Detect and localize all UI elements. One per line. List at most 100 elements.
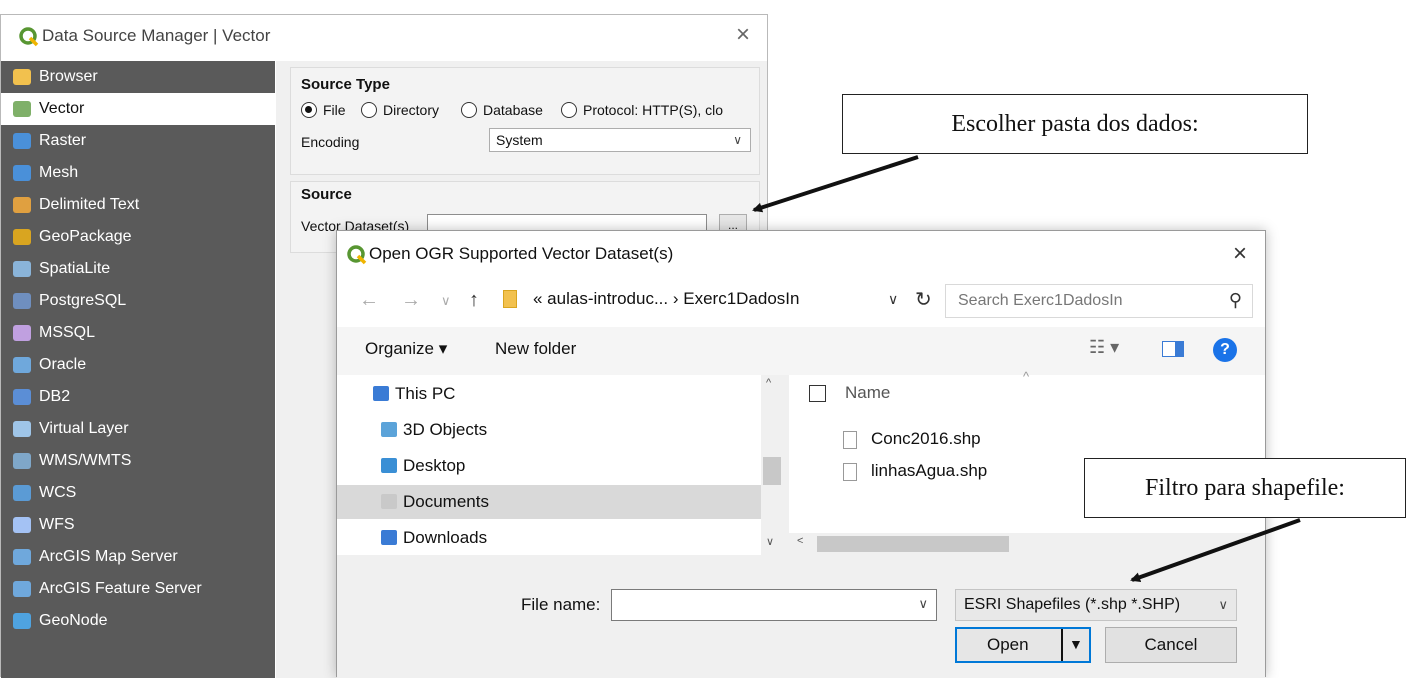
sidebar-item-virtual-layer[interactable]: Virtual Layer [1, 413, 275, 445]
nav-item-label: 3D Objects [403, 420, 488, 439]
dialog-close-icon[interactable]: × [1225, 239, 1255, 269]
dsm-title: Data Source Manager | Vector [42, 26, 271, 45]
radio-database-label: Database [483, 102, 543, 118]
sidebar-item-geopackage[interactable]: GeoPackage [1, 221, 275, 253]
sidebar-item-label: SpatiaLite [39, 260, 111, 277]
arcgis-map-server-icon [13, 549, 31, 565]
cancel-button[interactable]: Cancel [1105, 627, 1237, 663]
scroll-down-icon[interactable]: ∨ [766, 535, 774, 548]
arrow-to-browse-button [752, 155, 919, 213]
oracle-icon [13, 357, 31, 373]
file-item[interactable]: Conc2016.shp [843, 429, 981, 449]
address-dropdown-icon[interactable]: ∨ [888, 291, 898, 308]
sidebar-item-label: Oracle [39, 356, 87, 373]
documents-icon [381, 494, 397, 509]
preview-pane-icon[interactable] [1162, 341, 1184, 357]
dsm-close-icon[interactable]: × [729, 21, 757, 49]
file-item[interactable]: linhasAgua.shp [843, 461, 988, 481]
organize-button[interactable]: Organize ▾ [365, 339, 447, 359]
sidebar-item-mesh[interactable]: Mesh [1, 157, 275, 189]
radio-database[interactable] [461, 102, 477, 118]
sidebar-item-label: Browser [39, 68, 98, 85]
open-options-caret-icon[interactable]: ▼ [1069, 636, 1083, 652]
navigation-pane: This PC 3D Objects Desktop Documents Downloa… [337, 375, 783, 555]
virtual-layer-icon [13, 421, 31, 437]
split-divider [1061, 629, 1063, 661]
sidebar-item-mssql[interactable]: MSSQL [1, 317, 275, 349]
chevron-down-icon: ∨ [1218, 597, 1228, 612]
column-header-name[interactable]: Name [845, 383, 890, 403]
encoding-label: Encoding [301, 134, 360, 150]
sidebar-item-label: WMS/WMTS [39, 452, 132, 469]
chevron-down-icon[interactable]: ∨ [918, 596, 928, 612]
sidebar-item-arcgis-feature-server[interactable]: ArcGIS Feature Server [1, 573, 275, 605]
radio-protocol[interactable] [561, 102, 577, 118]
wfs-icon [13, 517, 31, 533]
help-icon[interactable]: ? [1213, 338, 1237, 362]
sidebar-item-wms-wmts[interactable]: WMS/WMTS [1, 445, 275, 477]
select-all-checkbox[interactable] [809, 385, 826, 402]
up-arrow-icon[interactable]: ↑ [469, 289, 479, 312]
sidebar-item-geonode[interactable]: GeoNode [1, 605, 275, 637]
sidebar-item-raster[interactable]: Raster [1, 125, 275, 157]
scroll-left-icon[interactable]: < [797, 535, 803, 547]
file-type-filter-select[interactable]: ESRI Shapefiles (*.shp *.SHP) ∨ [955, 589, 1237, 621]
horizontal-scrollbar[interactable]: < [789, 533, 1265, 555]
sidebar-item-oracle[interactable]: Oracle [1, 349, 275, 381]
nav-item-3d-objects[interactable]: 3D Objects [337, 413, 761, 447]
recent-locations-icon[interactable]: ∨ [441, 293, 451, 309]
dialog-titlebar: Open OGR Supported Vector Dataset(s) × [337, 231, 1265, 277]
spatialite-icon [13, 261, 31, 277]
vector-icon [13, 101, 31, 117]
raster-icon [13, 133, 31, 149]
view-options-icon[interactable]: ☷ ▾ [1089, 337, 1119, 358]
annotation-shapefile-filter: Filtro para shapefile: [1084, 458, 1406, 518]
navigation-scrollbar[interactable]: ^ ∨ [761, 375, 783, 555]
sidebar-item-label: DB2 [39, 388, 71, 405]
open-button[interactable]: Open ▼ [955, 627, 1091, 663]
dialog-title: Open OGR Supported Vector Dataset(s) [369, 244, 674, 263]
sidebar-item-vector[interactable]: Vector [1, 93, 275, 125]
file-name: Conc2016.shp [871, 429, 981, 448]
sidebar-item-label: ArcGIS Map Server [39, 548, 178, 565]
dialog-toolbar: Organize ▾ New folder ☷ ▾ ? [337, 327, 1265, 375]
sidebar-item-delimited-text[interactable]: Delimited Text [1, 189, 275, 221]
open-button-label: Open [987, 635, 1029, 654]
browser-icon [13, 69, 31, 85]
file-name: linhasAgua.shp [871, 461, 988, 480]
radio-file[interactable] [301, 102, 317, 118]
scroll-up-icon[interactable]: ^ [766, 377, 771, 389]
file-name-input[interactable]: ∨ [611, 589, 937, 621]
scrollbar-thumb[interactable] [817, 536, 1009, 552]
refresh-icon[interactable]: ↻ [915, 287, 932, 312]
sidebar-item-postgresql[interactable]: PostgreSQL [1, 285, 275, 317]
search-input[interactable]: Search Exerc1DadosIn ⚲ [945, 284, 1253, 318]
back-arrow-icon[interactable]: ← [359, 289, 379, 312]
forward-arrow-icon[interactable]: → [401, 289, 421, 312]
sidebar-item-browser[interactable]: Browser [1, 61, 275, 93]
sidebar-item-label: WCS [39, 484, 77, 501]
geonode-icon [13, 613, 31, 629]
sidebar-item-label: Vector [39, 100, 85, 117]
delimited-text-icon [13, 197, 31, 213]
new-folder-button[interactable]: New folder [495, 339, 576, 359]
radio-directory[interactable] [361, 102, 377, 118]
source-type-group: Source Type File Directory Database Prot… [290, 67, 760, 175]
address-path[interactable]: « aulas-introduc... › Exerc1DadosIn [533, 289, 799, 309]
nav-item-this-pc[interactable]: This PC [337, 377, 761, 411]
sidebar-item-wcs[interactable]: WCS [1, 477, 275, 509]
sidebar-item-label: PostgreSQL [39, 292, 127, 309]
scrollbar-thumb[interactable] [763, 457, 781, 485]
open-file-dialog: Open OGR Supported Vector Dataset(s) × ←… [336, 230, 1266, 678]
sidebar-item-spatialite[interactable]: SpatiaLite [1, 253, 275, 285]
sidebar-item-arcgis-map-server[interactable]: ArcGIS Map Server [1, 541, 275, 573]
nav-item-documents[interactable]: Documents [337, 485, 761, 519]
nav-item-downloads[interactable]: Downloads [337, 521, 761, 555]
nav-item-desktop[interactable]: Desktop [337, 449, 761, 483]
sidebar-item-db2[interactable]: DB2 [1, 381, 275, 413]
sidebar-item-label: WFS [39, 516, 75, 533]
sidebar-item-label: GeoPackage [39, 228, 132, 245]
sidebar-item-wfs[interactable]: WFS [1, 509, 275, 541]
db2-icon [13, 389, 31, 405]
encoding-select[interactable]: System ∨ [489, 128, 751, 152]
